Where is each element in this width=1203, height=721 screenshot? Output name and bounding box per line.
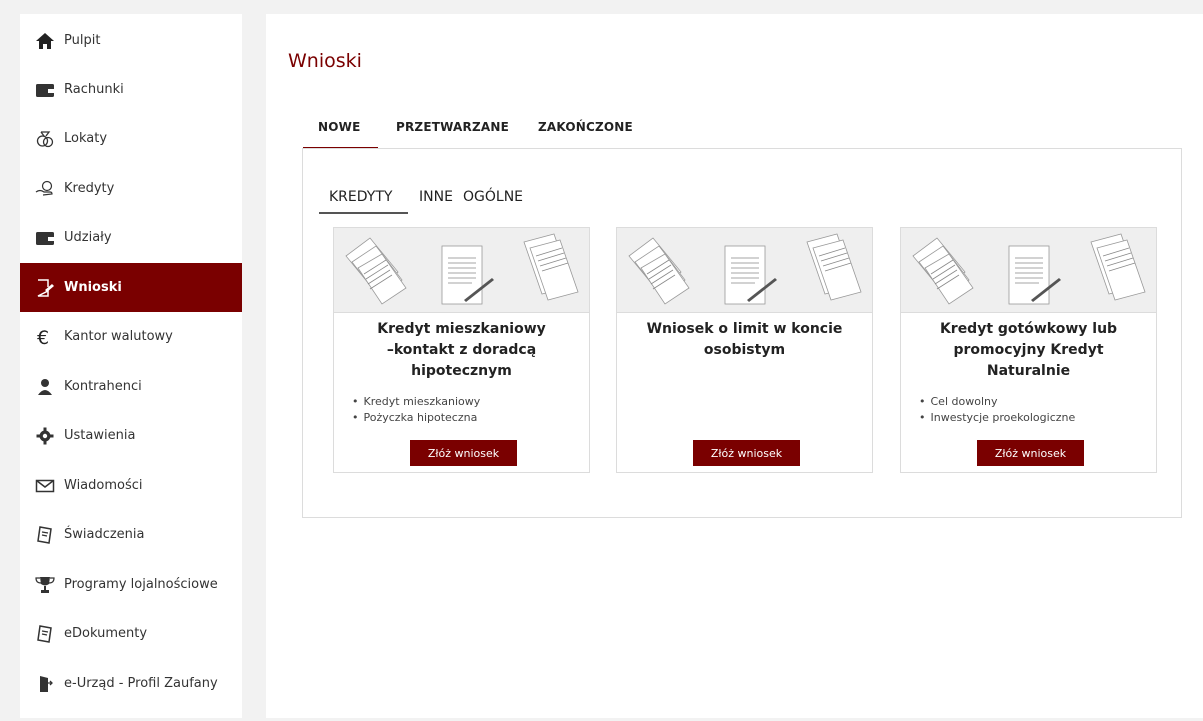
- tab-nowe[interactable]: NOWE: [318, 120, 360, 134]
- sidebar-item-swiadczenia[interactable]: Świadczenia: [20, 510, 242, 559]
- submit-application-button[interactable]: Złóż wniosek: [977, 440, 1084, 466]
- svg-text:€: €: [37, 328, 49, 346]
- gear-icon: [34, 426, 56, 446]
- card-bullets: Kredyt mieszkaniowy Pożyczka hipoteczna: [352, 394, 481, 426]
- sidebar-item-ustawienia[interactable]: Ustawienia: [20, 411, 242, 460]
- sidebar-item-kantor-walutowy[interactable]: € Kantor walutowy: [20, 312, 242, 361]
- sidebar-item-label: Lokaty: [64, 131, 108, 146]
- sidebar-item-lokaty[interactable]: Lokaty: [20, 114, 242, 163]
- sidebar-item-wnioski[interactable]: Wnioski: [20, 263, 242, 312]
- sidebar-item-e-urzad-profil-zaufany[interactable]: e-Urząd - Profil Zaufany: [20, 659, 242, 708]
- card-title: Kredyt mieszkaniowy –kontakt z doradcą h…: [377, 321, 546, 379]
- card-bullets: Cel dowolny Inwestycje proekologiczne: [919, 394, 1076, 426]
- sidebar-item-label: Wiadomości: [64, 478, 143, 493]
- submit-application-button[interactable]: Złóż wniosek: [693, 440, 800, 466]
- euro-icon: €: [34, 327, 56, 347]
- sidebar-item-label: Ustawienia: [64, 428, 136, 443]
- tab-zakonczone[interactable]: ZAKOŃCZONE: [538, 120, 633, 134]
- list-item: Pożyczka hipoteczna: [352, 410, 480, 426]
- hand-coin-icon: [34, 179, 56, 199]
- sidebar-item-label: e-Urząd - Profil Zaufany: [64, 676, 218, 691]
- list-item: Cel dowolny: [919, 394, 1075, 410]
- sidebar-item-label: Kredyty: [64, 181, 115, 196]
- home-icon: [34, 31, 56, 51]
- sidebar-item-wiadomosci[interactable]: Wiadomości: [20, 461, 242, 510]
- person-icon: [34, 377, 56, 397]
- subtab-ogolne[interactable]: OGÓLNE: [463, 189, 523, 205]
- application-card-cash-loan: Kredyt gotówkowy lub promocyjny Kredyt N…: [900, 227, 1157, 473]
- subtab-inne[interactable]: INNE: [419, 189, 453, 205]
- submit-application-button[interactable]: Złóż wniosek: [410, 440, 517, 466]
- sidebar-item-rachunki[interactable]: Rachunki: [20, 65, 242, 114]
- money-bag-icon: [34, 129, 56, 149]
- documents-illustration: [334, 228, 589, 313]
- list-item: Inwestycje proekologiczne: [919, 410, 1076, 426]
- sidebar-item-label: Kontrahenci: [64, 379, 142, 394]
- envelope-icon: [34, 476, 56, 496]
- wallet-icon: [34, 228, 56, 248]
- notebook-icon: [34, 525, 56, 545]
- subtab-kredyty[interactable]: KREDYTY: [329, 189, 392, 205]
- document-edit-icon: [34, 278, 56, 298]
- sidebar-item-kredyty[interactable]: Kredyty: [20, 164, 242, 213]
- sidebar: Pulpit Rachunki Lokaty Kredyty Udziały W…: [20, 14, 242, 718]
- sidebar-item-label: Programy lojalnościowe: [64, 577, 218, 592]
- card-title: Kredyt gotówkowy lub promocyjny Kredyt N…: [939, 321, 1118, 379]
- sidebar-item-label: Rachunki: [64, 82, 124, 97]
- list-item: Kredyt mieszkaniowy: [352, 394, 481, 410]
- sidebar-item-label: Pulpit: [64, 33, 101, 48]
- door-icon: [34, 674, 56, 694]
- trophy-icon: [34, 575, 56, 595]
- sidebar-item-programy-lojalnosciowe[interactable]: Programy lojalnościowe: [20, 560, 242, 609]
- notebook-icon: [34, 624, 56, 644]
- sidebar-item-label: Udziały: [64, 230, 112, 245]
- sidebar-item-kontrahenci[interactable]: Kontrahenci: [20, 362, 242, 411]
- tab-przetwarzane[interactable]: PRZETWARZANE: [396, 120, 509, 134]
- sidebar-item-label: Świadczenia: [64, 527, 145, 542]
- tab-panel: KREDYTY INNE OGÓLNE Kredyt mieszkaniowy …: [302, 148, 1182, 518]
- sidebar-item-pulpit[interactable]: Pulpit: [20, 16, 242, 65]
- documents-illustration: [617, 228, 872, 313]
- sidebar-item-label: Wnioski: [64, 280, 122, 295]
- documents-illustration: [901, 228, 1156, 313]
- active-subtab-indicator: [319, 212, 408, 214]
- application-card-mortgage: Kredyt mieszkaniowy –kontakt z doradcą h…: [333, 227, 590, 473]
- sidebar-item-edokumenty[interactable]: eDokumenty: [20, 609, 242, 658]
- page-title: Wnioski: [288, 50, 362, 72]
- sidebar-item-udzialy[interactable]: Udziały: [20, 213, 242, 262]
- sidebar-item-label: Kantor walutowy: [64, 329, 173, 344]
- main-content: Wnioski NOWE PRZETWARZANE ZAKOŃCZONE KRE…: [266, 14, 1203, 718]
- sidebar-item-label: eDokumenty: [64, 626, 148, 641]
- wallet-icon: [34, 80, 56, 100]
- card-title: Wniosek o limit w koncie osobistym: [646, 321, 843, 358]
- application-card-overdraft: Wniosek o limit w koncie osobistym Złóż …: [616, 227, 873, 473]
